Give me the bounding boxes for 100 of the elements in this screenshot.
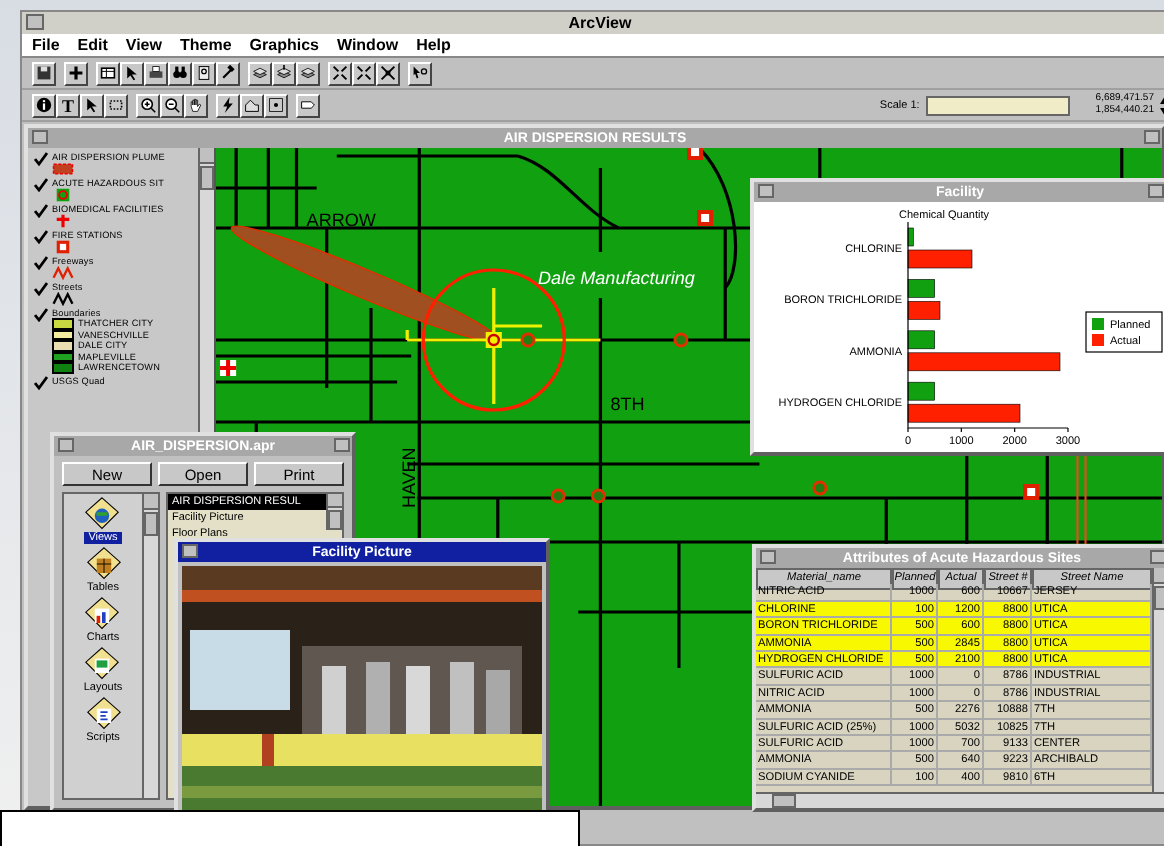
zoom-extent-icon — [332, 64, 348, 82]
toolbar-button[interactable] — [32, 93, 56, 117]
site-symbol-icon — [52, 188, 74, 202]
menu-item[interactable]: Graphics — [249, 36, 319, 54]
fire-station-icon — [1023, 484, 1040, 500]
help-pointer-icon — [412, 64, 428, 82]
hazard-site-icon — [673, 332, 689, 348]
toolbar-button[interactable] — [240, 93, 264, 117]
scrollbar[interactable] — [1152, 568, 1164, 792]
toolbar-button[interactable] — [408, 61, 432, 85]
street-label: 8TH — [610, 394, 645, 414]
zoom-extent-icon — [380, 64, 396, 82]
toolbar-button[interactable] — [216, 93, 240, 117]
scrollbar[interactable] — [198, 148, 214, 432]
toolbar-button[interactable] — [144, 61, 168, 85]
toolbar-button[interactable] — [104, 93, 128, 117]
toolbar-button[interactable] — [120, 61, 144, 85]
layout-icon — [84, 646, 121, 682]
check-icon[interactable] — [34, 308, 48, 322]
toolbar-button[interactable] — [64, 61, 88, 85]
toolbar-button[interactable] — [352, 61, 376, 85]
toolbar-button[interactable] — [272, 61, 296, 85]
layers-edit-icon — [300, 64, 316, 82]
zoom-out-icon — [164, 96, 180, 114]
info-icon — [36, 96, 52, 114]
scrollbar[interactable] — [326, 494, 342, 530]
plus-icon — [68, 64, 84, 82]
system-menu-button[interactable] — [182, 544, 198, 558]
hazard-site-icon — [520, 332, 536, 348]
system-menu-button[interactable] — [760, 550, 776, 564]
globe-icon — [84, 496, 121, 532]
pointer-icon — [84, 96, 100, 114]
menu-item[interactable]: Window — [336, 36, 399, 54]
toolbar-button[interactable] — [328, 61, 352, 85]
layers-icon — [276, 64, 292, 82]
chart-icon — [84, 596, 121, 632]
scrollbar[interactable] — [142, 494, 158, 798]
label-tag-icon — [300, 96, 316, 114]
lightning-icon — [220, 96, 236, 114]
toolbar-button[interactable] — [296, 93, 320, 117]
table-icon — [85, 546, 121, 582]
system-menu-button[interactable] — [32, 130, 48, 144]
biomedical-icon — [218, 358, 239, 378]
zoom-in-icon — [140, 96, 156, 114]
check-icon[interactable] — [34, 230, 48, 244]
check-icon[interactable] — [34, 282, 48, 296]
layers-icon — [252, 64, 268, 82]
binoculars-icon — [172, 64, 188, 82]
system-menu-button[interactable] — [758, 184, 774, 198]
check-icon[interactable] — [34, 178, 48, 192]
toolbar-button[interactable] — [32, 61, 56, 85]
maximize-button[interactable] — [1148, 184, 1164, 198]
area-select-icon — [244, 96, 260, 114]
vertex-select-icon — [108, 96, 124, 114]
check-icon[interactable] — [34, 152, 48, 166]
toolbar-button[interactable] — [168, 61, 192, 85]
query-icon — [196, 64, 212, 82]
printer-icon — [148, 64, 164, 82]
bar — [907, 301, 941, 320]
hazard-site-icon — [550, 488, 566, 504]
toolbar-button[interactable] — [184, 93, 208, 117]
maximize-button[interactable] — [1150, 550, 1164, 564]
check-icon[interactable] — [34, 375, 48, 389]
pointer-icon — [124, 64, 140, 82]
menu-item[interactable]: View — [125, 36, 162, 54]
fire-station-icon — [697, 210, 714, 226]
hazard-site-icon — [812, 480, 828, 496]
street-label: ARROW — [306, 210, 376, 230]
menu-item[interactable]: File — [32, 36, 60, 54]
maximize-button[interactable] — [1144, 130, 1160, 144]
toolbar-button[interactable] — [160, 93, 184, 117]
toolbar-button[interactable] — [96, 61, 120, 85]
hazard-site-icon — [591, 488, 606, 504]
system-menu-button[interactable] — [26, 14, 44, 30]
menu-item[interactable]: Edit — [77, 36, 108, 54]
toolbar-button[interactable] — [216, 61, 240, 85]
window-title: ArcView — [568, 14, 632, 32]
menu-item[interactable]: Theme — [179, 36, 232, 54]
toolbar-button[interactable] — [376, 61, 400, 85]
check-icon[interactable] — [34, 204, 48, 218]
cross-symbol-icon — [52, 214, 74, 228]
system-menu-button[interactable] — [58, 438, 74, 452]
toolbar-button[interactable] — [136, 93, 160, 117]
menu-item[interactable]: Help — [416, 36, 451, 54]
toolbar-button[interactable] — [296, 61, 320, 85]
hammer-icon — [220, 64, 236, 82]
check-icon[interactable] — [34, 256, 48, 270]
maximize-button[interactable] — [334, 438, 350, 452]
point-icon — [268, 96, 284, 114]
bar — [907, 279, 935, 298]
toolbar-button[interactable] — [192, 61, 216, 85]
horizontal-scrollbar[interactable] — [756, 792, 1164, 808]
toolbar-button[interactable] — [264, 93, 288, 117]
text-tool-button[interactable]: T — [56, 93, 80, 117]
script-icon — [85, 696, 121, 732]
table-icon — [100, 64, 116, 82]
toolbar-button[interactable] — [80, 93, 104, 117]
scale-field[interactable] — [925, 95, 1070, 115]
fire-station-symbol-icon — [52, 240, 74, 254]
toolbar-button[interactable] — [248, 61, 272, 85]
